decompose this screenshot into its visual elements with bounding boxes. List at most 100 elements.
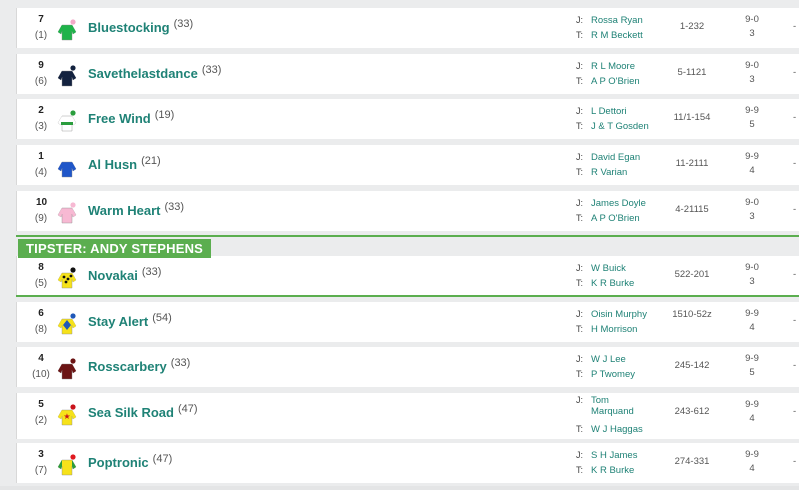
horse-age: (33) <box>170 357 191 369</box>
runner-official-rating: 3 <box>749 74 755 85</box>
jockey-link[interactable]: Tom Marquand <box>591 395 643 417</box>
horse-name-link[interactable]: Poptronic (47) <box>88 453 172 470</box>
runner-odds[interactable]: - <box>793 315 796 326</box>
runner-number: 6 <box>38 308 44 319</box>
jockey-link[interactable]: R L Moore <box>591 61 635 72</box>
runner-official-rating: 4 <box>749 165 755 176</box>
runner-form: 274-331 <box>674 456 710 467</box>
trainer-label: T: <box>576 369 584 379</box>
trainer-label: T: <box>576 30 584 40</box>
horse-name-link[interactable]: Savethelastdance (33) <box>88 64 221 81</box>
trainer-link[interactable]: R M Beckett <box>591 30 643 41</box>
silk-icon <box>56 454 78 476</box>
trainer-link[interactable]: P Twomey <box>591 369 635 380</box>
silk-icon <box>56 65 78 87</box>
runner-weight: 9-9 <box>745 353 759 364</box>
runner-row[interactable]: 2 (3) Free Wind (19) J: L Dettori T: J & T Gosd… <box>16 99 799 139</box>
horse-name[interactable]: Bluestocking <box>88 20 170 35</box>
tipster-label: TIPSTER: ANDY STEPHENS <box>18 239 212 258</box>
silk-icon <box>56 19 78 41</box>
jockey-link[interactable]: James Doyle <box>591 198 646 209</box>
runner-weight: 9-9 <box>745 151 759 162</box>
trainer-label: T: <box>576 76 584 86</box>
trainer-link[interactable]: J & T Gosden <box>591 121 649 132</box>
runner-row[interactable]: 7 (1) Bluestocking (33) J: Rossa Ryan T: R M Be… <box>16 8 799 48</box>
trainer-link[interactable]: W J Haggas <box>591 424 643 435</box>
horse-age: (19) <box>154 109 175 121</box>
trainer-link[interactable]: H Morrison <box>591 324 637 335</box>
runner-number: 10 <box>36 197 48 208</box>
runner-row[interactable]: 10 (9) Warm Heart (33) J: James Doyle T: A P O'… <box>16 191 799 231</box>
horse-name-link[interactable]: Bluestocking (33) <box>88 18 194 35</box>
silk-icon <box>56 202 78 224</box>
horse-name[interactable]: Al Husn <box>88 157 137 172</box>
runner-number: 5 <box>38 399 44 410</box>
footer-shadow <box>0 486 799 490</box>
runner-row[interactable]: 5 (2) ★ Sea Silk Road (47) J: Tom Marquand T: W … <box>16 393 799 439</box>
jockey-label: J: <box>576 395 584 405</box>
runner-official-rating: 4 <box>749 413 755 424</box>
runner-draw: (2) <box>34 415 48 426</box>
runner-weight: 9-9 <box>745 105 759 116</box>
runner-form: 4-21115 <box>675 204 709 215</box>
trainer-link[interactable]: A P O'Brien <box>591 213 640 224</box>
horse-name[interactable]: Stay Alert <box>88 314 148 329</box>
runner-weight: 9-0 <box>745 197 759 208</box>
runner-odds[interactable]: - <box>793 360 796 371</box>
horse-name[interactable]: Sea Silk Road <box>88 405 174 420</box>
runner-draw: (6) <box>34 76 48 87</box>
runner-odds[interactable]: - <box>793 406 796 417</box>
runner-weight: 9-9 <box>745 399 759 410</box>
horse-age: (33) <box>173 18 194 30</box>
silk-icon <box>56 156 78 178</box>
horse-name[interactable]: Free Wind <box>88 111 151 126</box>
runner-odds[interactable]: - <box>793 204 796 215</box>
runner-odds[interactable]: - <box>793 456 796 467</box>
runner-row[interactable]: 3 (7) Poptronic (47) J: S H James T: K R Burke 2… <box>16 443 799 483</box>
trainer-link[interactable]: A P O'Brien <box>591 76 640 87</box>
jockey-link[interactable]: Rossa Ryan <box>591 15 643 26</box>
runner-official-rating: 4 <box>749 463 755 474</box>
jockey-label: J: <box>576 152 584 162</box>
horse-name[interactable]: Rosscarbery <box>88 359 167 374</box>
horse-name[interactable]: Warm Heart <box>88 203 160 218</box>
runner-odds[interactable]: - <box>793 112 796 123</box>
jockey-link[interactable]: W J Lee <box>591 354 626 365</box>
horse-age: (21) <box>141 155 161 167</box>
jockey-link[interactable]: Oisin Murphy <box>591 309 647 320</box>
horse-name-link[interactable]: Al Husn (21) <box>88 155 161 172</box>
trainer-link[interactable]: K R Burke <box>591 465 634 476</box>
runner-official-rating: 4 <box>749 322 755 333</box>
jockey-label: J: <box>576 309 584 319</box>
silk-icon <box>56 358 78 380</box>
runner-number: 1 <box>38 151 44 162</box>
runner-draw: (9) <box>34 213 48 224</box>
runner-form: 11/1-154 <box>673 112 711 123</box>
runner-odds[interactable]: - <box>793 21 796 32</box>
runner-odds[interactable]: - <box>793 67 796 78</box>
runner-row[interactable]: 4 (10) Rosscarbery (33) J: W J Lee T: P Twomey 2… <box>16 347 799 387</box>
horse-name-link[interactable]: Stay Alert (54) <box>88 312 172 329</box>
horse-name-link[interactable]: Warm Heart (33) <box>88 201 184 218</box>
horse-name-link[interactable]: Rosscarbery (33) <box>88 357 191 374</box>
horse-name-link[interactable]: Free Wind (19) <box>88 109 175 126</box>
horse-name[interactable]: Poptronic <box>88 455 149 470</box>
jockey-link[interactable]: David Egan <box>591 152 640 163</box>
runner-row[interactable]: 1 (4) Al Husn (21) J: David Egan T: R Varian 11-… <box>16 145 799 185</box>
runner-odds[interactable]: - <box>793 158 796 169</box>
jockey-link[interactable]: S H James <box>591 450 637 461</box>
horse-name-link[interactable]: Sea Silk Road (47) <box>88 403 198 420</box>
horse-name[interactable]: Savethelastdance <box>88 66 198 81</box>
jockey-link[interactable]: L Dettori <box>591 106 627 117</box>
trainer-link[interactable]: R Varian <box>591 167 627 178</box>
runner-form: 243-612 <box>674 406 710 417</box>
runner-draw: (7) <box>34 465 48 476</box>
runner-row[interactable]: 9 (6) Savethelastdance (33) J: R L Moore T: A P… <box>16 54 799 94</box>
runner-weight: 9-0 <box>745 60 759 71</box>
trainer-label: T: <box>576 213 584 223</box>
runner-form: 5-1121 <box>677 67 707 78</box>
runner-form: 1-232 <box>679 21 705 32</box>
runner-official-rating: 5 <box>749 119 755 130</box>
runner-row[interactable]: 6 (8) Stay Alert (54) J: Oisin Murphy T: H Morr… <box>16 302 799 342</box>
runner-number: 7 <box>38 14 44 25</box>
